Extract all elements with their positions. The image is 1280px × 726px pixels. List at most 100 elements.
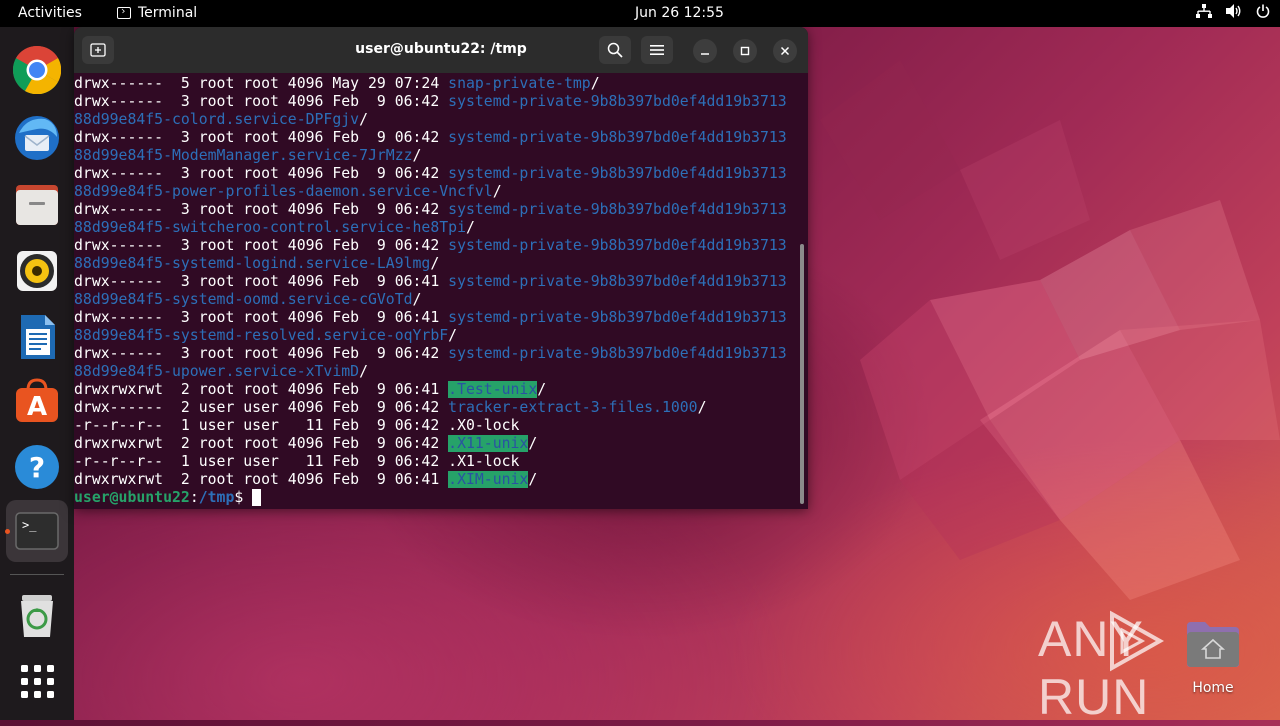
listing-text: /: [412, 291, 422, 308]
dock-item-show-apps[interactable]: [13, 657, 61, 705]
listing-text: drwxrwxrwt 2 root root 4096 Feb 9 06:41: [74, 471, 449, 488]
terminal-line: drwxrwxrwt 2 root root 4096 Feb 9 06:42 …: [74, 435, 799, 453]
network-icon: [1196, 4, 1212, 18]
directory-name: 88d99e84f5-systemd-resolved.service-oqYr…: [74, 327, 449, 344]
prompt-user: user@ubuntu22: [74, 489, 190, 506]
menu-button[interactable]: [641, 36, 673, 64]
listing-text: /: [448, 327, 458, 344]
listing-text: drwx------ 2 user user 4096 Feb 9 06:42: [74, 399, 449, 416]
listing-text: -r--r--r-- 1 user user 11 Feb 9 06:42 .X…: [74, 453, 520, 470]
listing-text: drwxrwxrwt 2 root root 4096 Feb 9 06:41: [74, 381, 449, 398]
anyrun-watermark: ANY RUN: [1038, 610, 1280, 726]
listing-text: /: [359, 363, 368, 380]
listing-text: /: [697, 399, 707, 416]
play-logo-icon: [1110, 610, 1164, 672]
activities-button[interactable]: Activities: [18, 5, 82, 21]
listing-text: drwx------ 3 root root 4096 Feb 9 06:42: [74, 237, 449, 254]
trash-icon: [21, 595, 53, 637]
close-button[interactable]: [773, 39, 797, 63]
dock-item-thunderbird[interactable]: [13, 113, 61, 161]
terminal-line: drwxrwxrwt 2 root root 4096 Feb 9 06:41 …: [74, 471, 799, 489]
listing-text: /: [412, 147, 422, 164]
terminal-line: 88d99e84f5-colord.service-DPFgjv/: [74, 111, 799, 129]
listing-text: /: [359, 111, 368, 128]
terminal-app-icon: [117, 7, 131, 19]
terminal-line: drwx------ 3 root root 4096 Feb 9 06:42 …: [74, 129, 799, 147]
dock-item-rhythmbox[interactable]: [13, 247, 61, 295]
writer-icon: [21, 315, 55, 359]
directory-name: 88d99e84f5-switcheroo-control.service-he…: [74, 219, 466, 236]
maximize-button[interactable]: [733, 39, 757, 63]
prompt-path: /tmp: [198, 489, 235, 506]
listing-text: drwx------ 3 root root 4096 Feb 9 06:41: [74, 273, 449, 290]
search-button[interactable]: [599, 36, 631, 64]
dock-item-writer[interactable]: [13, 313, 61, 361]
listing-text: /: [492, 183, 502, 200]
directory-name: 88d99e84f5-upower.service-xTvimD: [74, 363, 360, 380]
software-icon: A: [16, 378, 58, 422]
system-tray[interactable]: [1196, 4, 1270, 18]
prompt-symbol: $: [234, 489, 253, 506]
files-icon: [16, 185, 58, 225]
terminal-line: -r--r--r-- 1 user user 11 Feb 9 06:42 .X…: [74, 453, 799, 471]
listing-text: /: [537, 381, 547, 398]
terminal-headerbar[interactable]: user@ubuntu22: /tmp: [74, 27, 808, 73]
terminal-line: 88d99e84f5-systemd-logind.service-LA9lmg…: [74, 255, 799, 273]
sticky-directory-name: .X11-unix: [448, 435, 529, 452]
volume-icon: [1226, 4, 1241, 18]
terminal-window[interactable]: user@ubuntu22: /tmp drwx------ 5 root ro…: [74, 27, 808, 509]
top-bar: Activities Terminal Jun 26 12:55: [0, 0, 1280, 27]
directory-name: systemd-private-9b8b397bd0ef4dd19b3713: [448, 129, 787, 146]
listing-text: drwx------ 3 root root 4096 Feb 9 06:41: [74, 309, 449, 326]
listing-text: -r--r--r-- 1 user user 11 Feb 9 06:42 .X…: [74, 417, 520, 434]
directory-name: snap-private-tmp: [448, 75, 591, 92]
terminal-line: drwx------ 3 root root 4096 Feb 9 06:41 …: [74, 309, 799, 327]
terminal-line: -r--r--r-- 1 user user 11 Feb 9 06:42 .X…: [74, 417, 799, 435]
dock-item-terminal[interactable]: >_: [13, 507, 61, 555]
listing-text: drwx------ 3 root root 4096 Feb 9 06:42: [74, 129, 449, 146]
directory-name: systemd-private-9b8b397bd0ef4dd19b3713: [448, 165, 787, 182]
dock: A ? >_: [0, 27, 74, 720]
listing-text: /: [528, 435, 538, 452]
svg-text:?: ?: [29, 451, 45, 484]
app-grid-icon: [21, 665, 54, 698]
dock-item-software[interactable]: A: [13, 376, 61, 424]
listing-text: /: [590, 75, 600, 92]
listing-text: drwx------ 3 root root 4096 Feb 9 06:42: [74, 93, 449, 110]
dock-item-files[interactable]: [13, 180, 61, 228]
clock[interactable]: Jun 26 12:55: [635, 5, 724, 21]
maximize-icon: [740, 46, 750, 56]
sticky-directory-name: .XIM-unix: [448, 471, 529, 488]
terminal-line: 88d99e84f5-switcheroo-control.service-he…: [74, 219, 799, 237]
listing-text: /: [465, 219, 475, 236]
dock-item-help[interactable]: ?: [13, 443, 61, 491]
listing-text: /: [430, 255, 440, 272]
terminal-line: drwx------ 3 root root 4096 Feb 9 06:42 …: [74, 93, 799, 111]
search-icon: [607, 42, 623, 58]
minimize-icon: [701, 53, 709, 55]
dock-item-trash[interactable]: [13, 591, 61, 639]
listing-text: drwxrwxrwt 2 root root 4096 Feb 9 06:42: [74, 435, 449, 452]
app-menu[interactable]: Terminal: [117, 5, 197, 21]
terminal-line: drwx------ 3 root root 4096 Feb 9 06:42 …: [74, 237, 799, 255]
terminal-line: drwx------ 5 root root 4096 May 29 07:24…: [74, 75, 799, 93]
terminal-output[interactable]: drwx------ 5 root root 4096 May 29 07:24…: [74, 75, 799, 507]
hamburger-menu-icon: [650, 45, 664, 55]
minimize-button[interactable]: [693, 39, 717, 63]
terminal-line: drwxrwxrwt 2 root root 4096 Feb 9 06:41 …: [74, 381, 799, 399]
text-cursor: [252, 489, 262, 506]
svg-text:>_: >_: [22, 518, 37, 532]
listing-text: drwx------ 5 root root 4096 May 29 07:24: [74, 75, 449, 92]
terminal-line: drwx------ 3 root root 4096 Feb 9 06:41 …: [74, 273, 799, 291]
prompt-sep: :: [189, 489, 199, 506]
directory-name: systemd-private-9b8b397bd0ef4dd19b3713: [448, 273, 787, 290]
terminal-line: 88d99e84f5-systemd-oomd.service-cGVoTd/: [74, 291, 799, 309]
dock-separator: [10, 574, 64, 575]
sticky-directory-name: .Test-unix: [448, 381, 538, 398]
prompt-line[interactable]: user@ubuntu22:/tmp$: [74, 489, 799, 507]
terminal-scrollbar[interactable]: [800, 244, 804, 504]
terminal-line: 88d99e84f5-ModemManager.service-7JrMzz/: [74, 147, 799, 165]
dock-item-chrome[interactable]: [12, 45, 62, 95]
chrome-icon: [12, 45, 62, 95]
running-indicator: [5, 529, 10, 534]
